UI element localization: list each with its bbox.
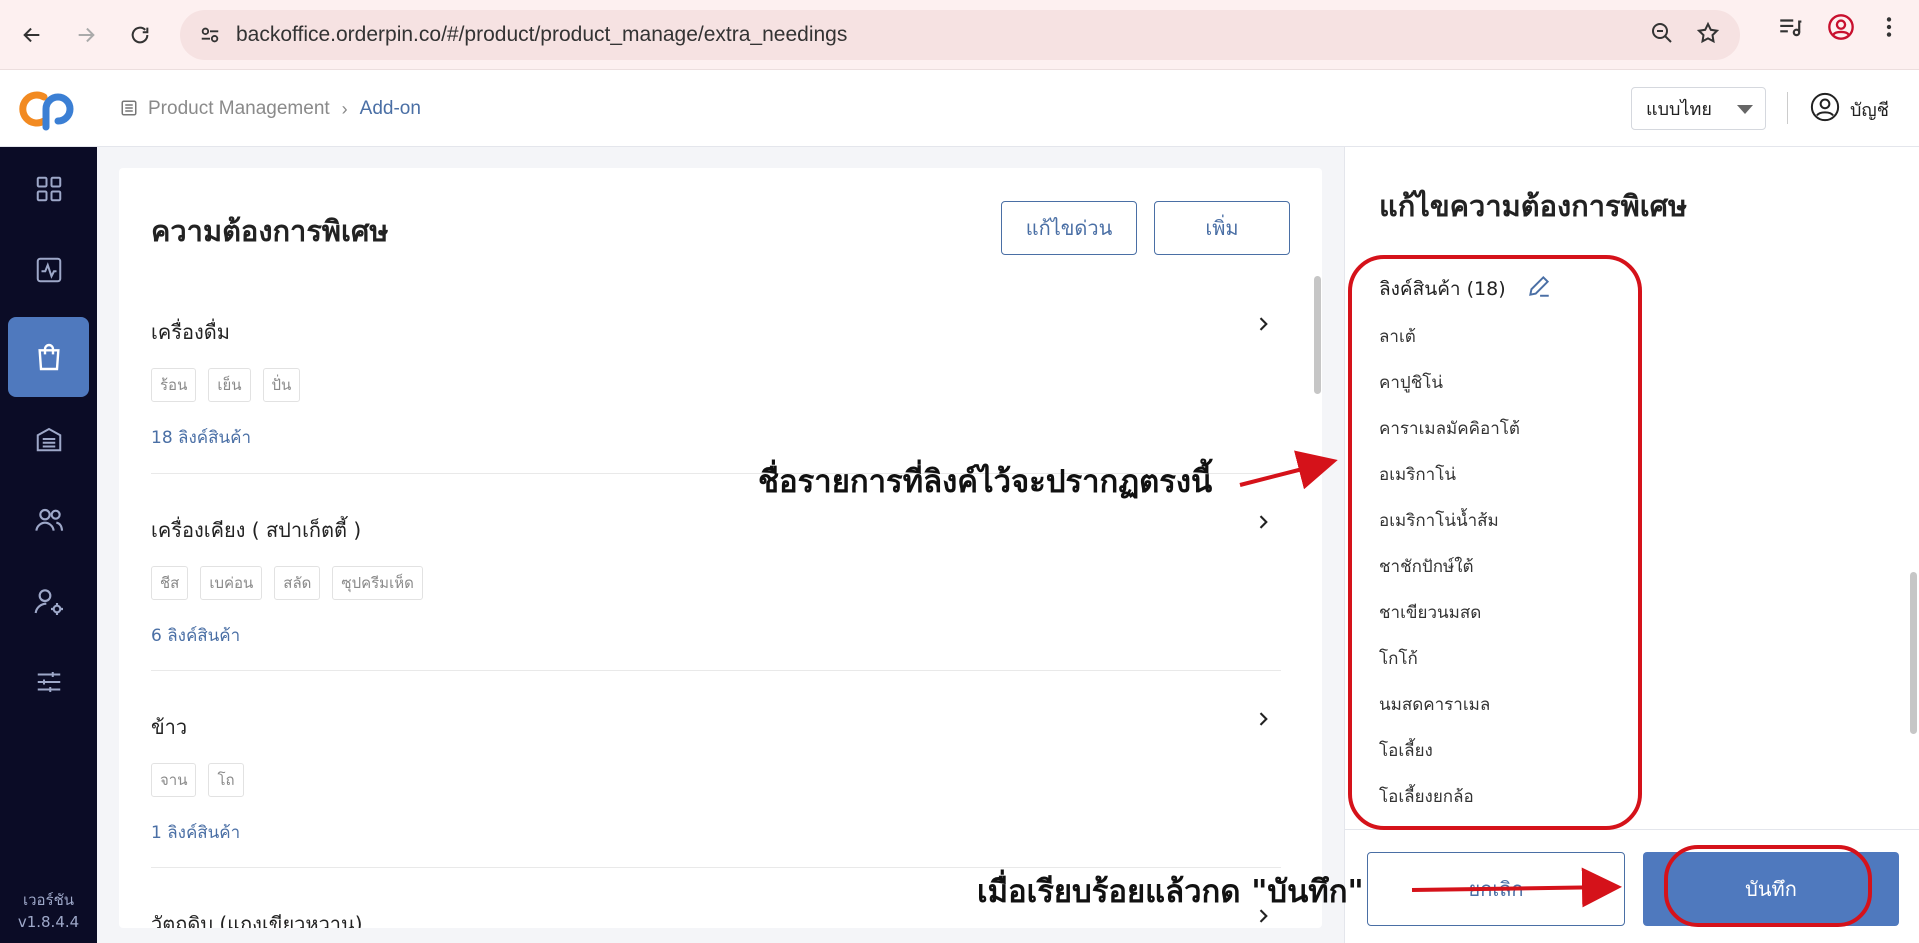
divider [151, 670, 1281, 671]
list-item[interactable]: เครื่องดื่ม ร้อน เย็น ปั่น 18 ลิงค์สินค้… [151, 316, 1281, 451]
browser-toolbar: backoffice.orderpin.co/#/product/product… [0, 0, 1919, 70]
chevron-right-icon[interactable] [1253, 709, 1273, 733]
zoom-out-icon[interactable] [1650, 21, 1674, 49]
link-count[interactable]: 1 ลิงค์สินค้า [151, 819, 1281, 846]
browser-menu-icon[interactable] [1879, 14, 1899, 44]
option-chip: ปั่น [262, 368, 301, 402]
list-item[interactable]: เครื่องเคียง ( สปาเก็ตตี้ ) ชีส เบค่อน ส… [151, 514, 1281, 649]
annotation-save-note: เมื่อเรียบร้อยแล้วกด "บันทึก" [977, 874, 1364, 910]
reload-icon[interactable] [118, 13, 162, 57]
address-bar[interactable]: backoffice.orderpin.co/#/product/product… [180, 10, 1740, 60]
link-count[interactable]: 18 ลิงค์สินค้า [151, 424, 1281, 451]
sidebar: เวอร์ชัน v1.8.4.4 [0, 147, 97, 943]
sidebar-item-sliders[interactable] [8, 642, 89, 722]
shopping-bag-icon [37, 343, 60, 371]
breadcrumb-add-on[interactable]: Add-on [360, 98, 421, 120]
list-scrollbar[interactable] [1314, 276, 1321, 394]
url-text: backoffice.orderpin.co/#/product/product… [236, 23, 848, 46]
sidebar-item-products[interactable] [8, 317, 89, 397]
group-name: เครื่องเคียง ( สปาเก็ตตี้ ) [151, 518, 362, 542]
sidebar-item-store[interactable] [8, 399, 89, 479]
users-icon [34, 508, 63, 531]
sidebar-item-team[interactable] [8, 480, 89, 560]
grid-icon [36, 176, 61, 202]
option-chip: ซุปครีมเห็ด [332, 566, 423, 600]
chevron-right-icon: › [341, 98, 348, 119]
sliders-icon [37, 672, 60, 692]
option-chip: เบค่อน [200, 566, 263, 600]
version-info: เวอร์ชัน v1.8.4.4 [0, 889, 97, 933]
list-icon [120, 99, 140, 119]
group-name: เครื่องดื่ม [151, 320, 230, 344]
language-select[interactable]: แบบไทย [1631, 87, 1766, 130]
edit-panel-title: แก้ไขความต้องการพิเศษ [1379, 189, 1688, 223]
forward-icon[interactable] [64, 13, 108, 57]
account-menu[interactable]: บัญชี [1810, 92, 1889, 127]
chevron-right-icon[interactable] [1253, 512, 1273, 536]
breadcrumb-product-management[interactable]: Product Management [148, 98, 330, 120]
sidebar-item-activity[interactable] [8, 230, 89, 310]
add-button[interactable]: เพิ่ม [1154, 201, 1290, 255]
option-chips: ร้อน เย็น ปั่น [151, 368, 1281, 402]
annotation-linked-note: ชื่อรายการที่ลิงค์ไว้จะปรากฏตรงนี้ [758, 464, 1213, 500]
user-gear-icon [34, 589, 63, 615]
language-value: แบบไทย [1646, 99, 1712, 120]
caret-down-icon [1737, 105, 1753, 114]
orderpin-logo[interactable] [16, 87, 80, 131]
sidebar-item-user-settings[interactable] [8, 561, 89, 641]
list-item[interactable]: ข้าว จาน โถ 1 ลิงค์สินค้า [151, 711, 1281, 846]
option-chips: จาน โถ [151, 763, 1281, 797]
chevron-right-icon[interactable] [1253, 314, 1273, 338]
sidebar-item-dashboard[interactable] [8, 149, 89, 229]
version-label: เวอร์ชัน [22, 891, 75, 909]
app-header: Product Management › Add-on แบบไทย บัญชี [0, 70, 1919, 147]
option-chip: สลัด [274, 566, 321, 600]
site-settings-icon[interactable] [198, 23, 222, 47]
add-on-list-panel: ความต้องการพิเศษ แก้ไขด่วน เพิ่ม เครื่อง… [119, 168, 1322, 928]
header-divider [1787, 92, 1788, 124]
page-title: ความต้องการพิเศษ [151, 214, 389, 248]
version-number: v1.8.4.4 [17, 913, 80, 931]
option-chip: ร้อน [151, 368, 197, 402]
option-chip: โถ [208, 763, 244, 797]
edit-panel-scrollbar[interactable] [1910, 572, 1917, 734]
account-label: บัญชี [1850, 100, 1889, 121]
bookmark-star-icon[interactable] [1696, 21, 1720, 49]
link-count[interactable]: 6 ลิงค์สินค้า [151, 622, 1281, 649]
option-chip: จาน [151, 763, 197, 797]
back-icon[interactable] [10, 13, 54, 57]
profile-icon[interactable] [1827, 13, 1855, 45]
media-control-icon[interactable] [1777, 14, 1803, 44]
user-icon [1810, 92, 1840, 127]
annotation-highlight-linked-list [1348, 255, 1642, 830]
quick-edit-button[interactable]: แก้ไขด่วน [1001, 201, 1137, 255]
activity-chart-icon [36, 257, 61, 283]
warehouse-icon [36, 427, 61, 452]
option-chip: เย็น [208, 368, 251, 402]
breadcrumb: Product Management › Add-on [120, 98, 421, 120]
option-chip: ชีส [151, 566, 189, 600]
cancel-button[interactable]: ยกเลิก [1367, 852, 1625, 926]
group-name: ข้าว [151, 715, 188, 739]
annotation-highlight-save [1664, 845, 1872, 927]
option-chips: ชีส เบค่อน สลัด ซุปครีมเห็ด [151, 566, 1281, 600]
